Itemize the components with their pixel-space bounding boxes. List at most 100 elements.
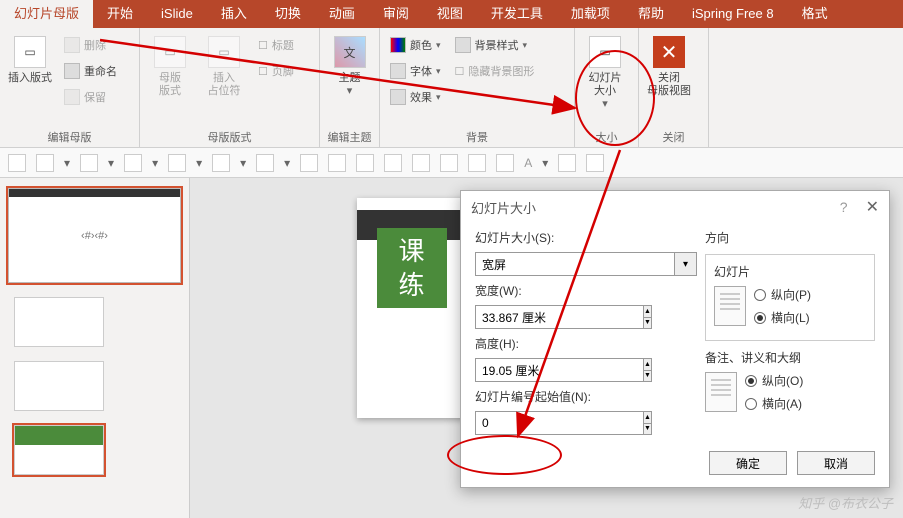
page-icon bbox=[714, 286, 746, 326]
rename-button[interactable]: 重命名 bbox=[60, 60, 121, 82]
ribbon-tabs: 幻灯片母版 开始 iSlide 插入 切换 动画 审阅 视图 开发工具 加载项 … bbox=[0, 0, 903, 28]
ok-button[interactable]: 确定 bbox=[709, 451, 787, 475]
insert-layout-icon: ▭ bbox=[14, 36, 46, 68]
spin-up-icon[interactable]: ▲ bbox=[644, 305, 652, 317]
tab-slide-master[interactable]: 幻灯片母版 bbox=[0, 0, 93, 28]
combo-dropdown-icon[interactable]: ▾ bbox=[675, 252, 697, 276]
group-edit-master: 编辑母版 bbox=[6, 127, 133, 147]
qat-icon[interactable] bbox=[558, 154, 576, 172]
portrait-radio[interactable]: 纵向(P) bbox=[754, 286, 811, 303]
qat-icon[interactable] bbox=[586, 154, 604, 172]
spin-up-icon[interactable]: ▲ bbox=[644, 411, 652, 423]
spin-down-icon[interactable]: ▼ bbox=[644, 423, 652, 436]
qat-icon[interactable] bbox=[300, 154, 318, 172]
qat-icon[interactable] bbox=[80, 154, 98, 172]
layout-thumb[interactable] bbox=[14, 425, 104, 475]
theme-icon: 文 bbox=[334, 36, 366, 68]
width-input[interactable] bbox=[475, 305, 644, 329]
tab-view[interactable]: 视图 bbox=[423, 0, 477, 28]
landscape-radio[interactable]: 横向(L) bbox=[754, 309, 811, 326]
tab-insert[interactable]: 插入 bbox=[207, 0, 261, 28]
tab-transition[interactable]: 切换 bbox=[261, 0, 315, 28]
slide-size-dialog: 幻灯片大小 ? ✕ 幻灯片大小(S): ▾ 宽度(W): ▲▼ 高度(H): ▲… bbox=[460, 190, 890, 488]
tab-review[interactable]: 审阅 bbox=[369, 0, 423, 28]
page-icon bbox=[705, 372, 737, 412]
delete-icon bbox=[64, 37, 80, 53]
keep-icon bbox=[64, 89, 80, 105]
qat-icon[interactable] bbox=[440, 154, 458, 172]
qat-icon[interactable] bbox=[412, 154, 430, 172]
orientation-label: 方向 bbox=[705, 229, 875, 246]
bg-styles-icon bbox=[455, 37, 471, 53]
qat-icon[interactable] bbox=[496, 154, 514, 172]
placeholder-icon: ▭ bbox=[208, 36, 240, 68]
size-label: 幻灯片大小(S): bbox=[475, 229, 697, 246]
fonts-button[interactable]: 字体▾ bbox=[386, 60, 445, 82]
height-label: 高度(H): bbox=[475, 335, 697, 352]
effects-icon bbox=[390, 89, 406, 105]
colors-button[interactable]: 颜色▾ bbox=[386, 34, 445, 56]
colors-icon bbox=[390, 37, 406, 53]
effects-button[interactable]: 效果▾ bbox=[386, 86, 445, 108]
notes-landscape-radio[interactable]: 横向(A) bbox=[745, 395, 803, 412]
qat-icon[interactable] bbox=[168, 154, 186, 172]
tab-addins[interactable]: 加载项 bbox=[557, 0, 624, 28]
master-thumb[interactable]: ‹#›‹#› bbox=[8, 188, 181, 283]
qat-icon[interactable] bbox=[36, 154, 54, 172]
close-dialog-icon[interactable]: ✕ bbox=[866, 197, 879, 217]
group-close: 关闭 bbox=[645, 127, 702, 147]
qat-icon[interactable] bbox=[384, 154, 402, 172]
group-background: 背景 bbox=[386, 127, 568, 147]
insert-placeholder-button: ▭ 插入 占位符 bbox=[200, 32, 248, 98]
master-layout-button: ▭ 母版 版式 bbox=[146, 32, 194, 98]
delete-button: 删除 bbox=[60, 34, 121, 56]
spin-down-icon[interactable]: ▼ bbox=[644, 370, 652, 383]
bg-styles-button[interactable]: 背景样式▾ bbox=[451, 34, 539, 56]
close-icon: ✕ bbox=[653, 36, 685, 68]
footer-checkbox: ☐页脚 bbox=[254, 60, 298, 82]
tab-format[interactable]: 格式 bbox=[788, 0, 842, 28]
height-input[interactable] bbox=[475, 358, 644, 382]
theme-button[interactable]: 文 主题▾ bbox=[326, 32, 373, 98]
tab-islide[interactable]: iSlide bbox=[147, 0, 207, 28]
slide-green-box: 课 练 bbox=[377, 228, 447, 308]
qat-icon[interactable] bbox=[256, 154, 274, 172]
tab-ispring[interactable]: iSpring Free 8 bbox=[678, 0, 788, 28]
tab-help[interactable]: 帮助 bbox=[624, 0, 678, 28]
tab-home[interactable]: 开始 bbox=[93, 0, 147, 28]
title-checkbox: ☐标题 bbox=[254, 34, 298, 56]
hide-bg-checkbox: ☐隐藏背景图形 bbox=[451, 60, 539, 82]
notes-orient-label: 备注、讲义和大纲 bbox=[705, 349, 875, 366]
watermark: 知乎 @布衣公子 bbox=[798, 493, 893, 512]
keep-button: 保留 bbox=[60, 86, 121, 108]
layout-thumb[interactable] bbox=[14, 297, 104, 347]
start-number-label: 幻灯片编号起始值(N): bbox=[475, 388, 697, 405]
tab-dev[interactable]: 开发工具 bbox=[477, 0, 557, 28]
thumb-placeholder: ‹#›‹#› bbox=[81, 230, 108, 242]
group-master-layout: 母版版式 bbox=[146, 127, 313, 147]
layout-thumb[interactable] bbox=[14, 361, 104, 411]
slide-size-button[interactable]: ▭ 幻灯片 大小▾ bbox=[581, 32, 629, 111]
qat-icon[interactable] bbox=[328, 154, 346, 172]
help-icon[interactable]: ? bbox=[840, 199, 848, 215]
cancel-button[interactable]: 取消 bbox=[797, 451, 875, 475]
qat-icon[interactable] bbox=[124, 154, 142, 172]
size-combo[interactable] bbox=[475, 252, 675, 276]
insert-layout-button[interactable]: ▭ 插入版式 bbox=[6, 32, 54, 85]
thumbnail-panel: ‹#›‹#› bbox=[0, 178, 190, 518]
quick-access-toolbar: ▾ ▾ ▾ ▾ ▾ ▾ A▾ bbox=[0, 148, 903, 178]
close-master-button[interactable]: ✕ 关闭 母版视图 bbox=[645, 32, 693, 98]
tab-animation[interactable]: 动画 bbox=[315, 0, 369, 28]
spin-down-icon[interactable]: ▼ bbox=[644, 317, 652, 330]
qat-icon[interactable] bbox=[356, 154, 374, 172]
start-number-input[interactable] bbox=[475, 411, 644, 435]
group-edit-theme: 编辑主题 bbox=[326, 127, 373, 147]
qat-icon[interactable] bbox=[468, 154, 486, 172]
fonts-icon bbox=[390, 63, 406, 79]
qat-icon[interactable] bbox=[8, 154, 26, 172]
qat-icon[interactable] bbox=[212, 154, 230, 172]
spin-up-icon[interactable]: ▲ bbox=[644, 358, 652, 370]
ribbon: ▭ 插入版式 删除 重命名 保留 编辑母版 ▭ 母版 版式 ▭ 插入 占位符 ☐… bbox=[0, 28, 903, 148]
width-label: 宽度(W): bbox=[475, 282, 697, 299]
notes-portrait-radio[interactable]: 纵向(O) bbox=[745, 372, 803, 389]
